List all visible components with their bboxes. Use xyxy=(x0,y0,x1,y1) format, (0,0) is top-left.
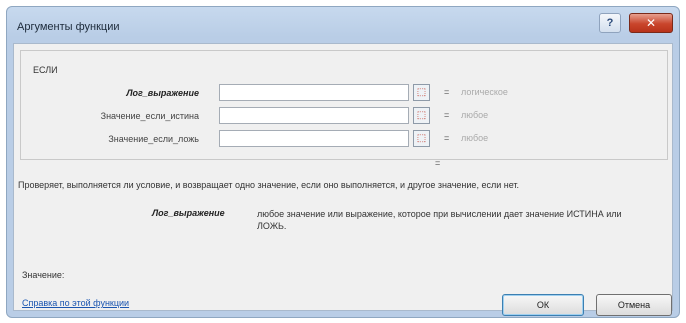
help-icon: ? xyxy=(606,17,614,29)
help-link[interactable]: Справка по этой функции xyxy=(22,298,129,308)
value-label: Значение: xyxy=(22,270,65,280)
function-result-equals: = xyxy=(435,158,441,168)
close-icon: ✕ xyxy=(645,16,657,30)
ok-button[interactable]: ОК xyxy=(502,294,584,316)
close-button[interactable]: ✕ xyxy=(629,13,673,33)
arg-row-value-if-true: Значение_если_истина ⬚ = любое xyxy=(21,106,667,126)
equals-sign: = xyxy=(444,87,450,97)
arg-row-logical-test: Лог_выражение ⬚ = логическое xyxy=(21,83,667,103)
logical-test-input[interactable] xyxy=(219,84,409,101)
function-description: Проверяет, выполняется ли условие, и воз… xyxy=(18,180,520,190)
cancel-button[interactable]: Отмена xyxy=(596,294,672,316)
function-name: ЕСЛИ xyxy=(33,65,58,75)
arg-result: любое xyxy=(461,110,489,120)
arg-label: Значение_если_истина xyxy=(100,111,199,121)
range-select-icon[interactable]: ⬚ xyxy=(413,130,430,147)
window-title: Аргументы функции xyxy=(17,21,120,33)
arg-label: Лог_выражение xyxy=(126,88,199,98)
function-arguments-dialog: Аргументы функции ? ✕ ЕСЛИ Лог_выражение… xyxy=(6,6,680,318)
range-select-icon[interactable]: ⬚ xyxy=(413,84,430,101)
arg-label: Значение_если_ложь xyxy=(108,134,199,144)
arg-description-text: любое значение или выражение, которое пр… xyxy=(257,209,622,231)
arg-result: логическое xyxy=(461,87,508,97)
equals-sign: = xyxy=(444,110,450,120)
arguments-group: ЕСЛИ Лог_выражение ⬚ = логическое Значен… xyxy=(20,50,668,160)
arg-description-name: Лог_выражение xyxy=(152,208,225,218)
value-if-false-input[interactable] xyxy=(219,130,409,147)
title-bar[interactable]: Аргументы функции ? ✕ xyxy=(7,7,679,41)
dialog-body: ЕСЛИ Лог_выражение ⬚ = логическое Значен… xyxy=(13,43,673,316)
value-if-true-input[interactable] xyxy=(219,107,409,124)
range-select-icon[interactable]: ⬚ xyxy=(413,107,430,124)
arg-row-value-if-false: Значение_если_ложь ⬚ = любое xyxy=(21,129,667,149)
arg-result: любое xyxy=(461,133,489,143)
equals-sign: = xyxy=(444,133,450,143)
help-button[interactable]: ? xyxy=(599,13,621,33)
